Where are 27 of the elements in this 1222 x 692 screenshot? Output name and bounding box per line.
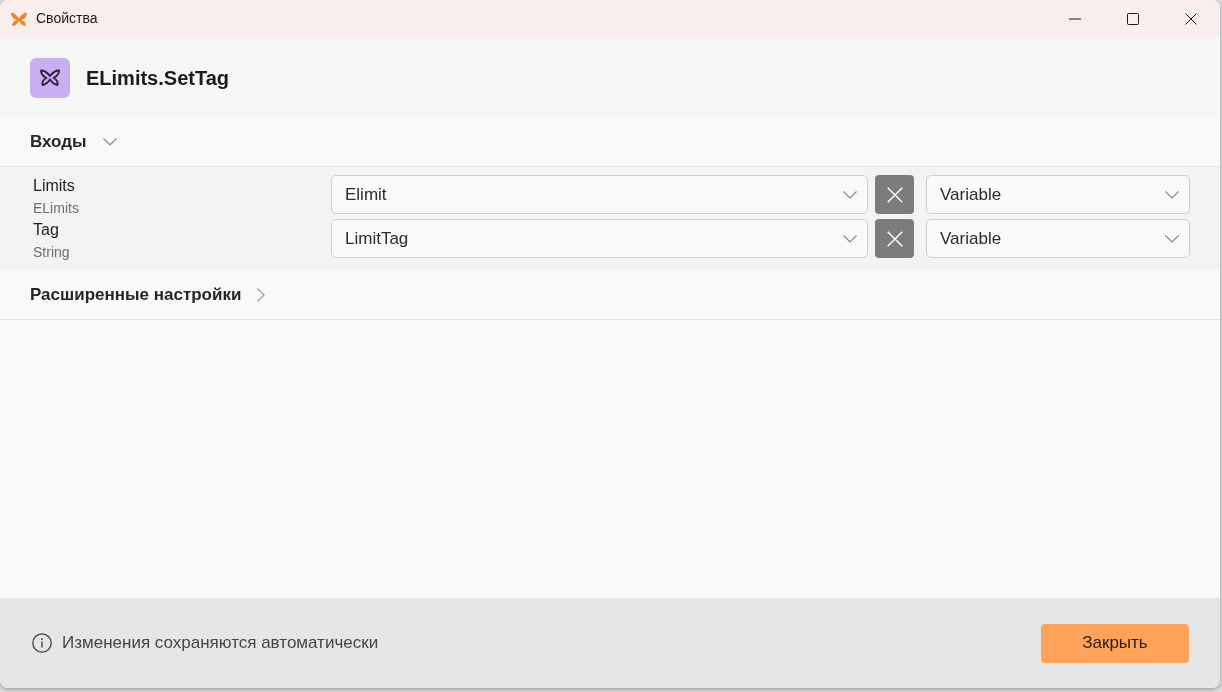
close-button[interactable]: Закрыть xyxy=(1041,623,1189,663)
chevron-down-icon xyxy=(843,190,857,199)
clear-button[interactable] xyxy=(875,219,914,258)
butterfly-icon xyxy=(10,10,28,27)
parameter-name: Limits xyxy=(33,176,76,196)
section-header[interactable]: Расширенные настройки xyxy=(30,281,242,308)
clear-button[interactable] xyxy=(875,175,914,214)
autosave-note: Изменения сохраняются автоматически xyxy=(62,632,379,655)
close-icon xyxy=(886,186,903,203)
window-title: Свойства xyxy=(36,9,98,28)
value-dropdown[interactable]: Elimit xyxy=(331,175,868,214)
chevron-down-icon xyxy=(1165,190,1179,199)
chevron-down-icon xyxy=(1165,234,1179,243)
butterfly-icon xyxy=(30,57,70,98)
section-header[interactable]: Входы xyxy=(30,129,87,155)
info-icon xyxy=(32,633,52,653)
mode-dropdown[interactable]: Variable xyxy=(926,219,1190,258)
chevron-down-icon xyxy=(843,234,857,243)
parameter-type: String xyxy=(33,243,71,262)
maximize-icon xyxy=(1127,12,1139,25)
value-dropdown[interactable]: LimitTag xyxy=(331,219,868,258)
parameter-type: ELimits xyxy=(33,199,80,218)
close-icon xyxy=(886,230,903,247)
mode-dropdown[interactable]: Variable xyxy=(926,175,1190,214)
close-icon xyxy=(1185,12,1197,25)
component-title: ELimits.SetTag xyxy=(86,65,229,91)
parameter-name: Tag xyxy=(33,220,60,240)
